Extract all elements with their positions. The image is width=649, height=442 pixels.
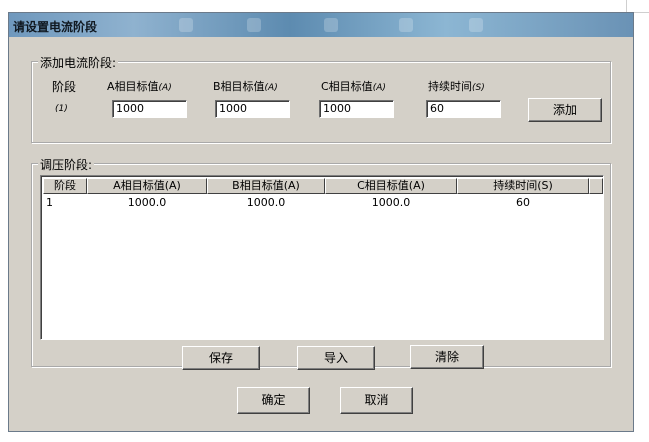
column-header-b-target[interactable]: B相目标值(A) xyxy=(207,178,325,194)
list-header: 阶段 A相目标值(A) B相目标值(A) C相目标值(A) 持续时间(S) xyxy=(43,178,603,194)
column-header-c-target[interactable]: C相目标值(A) xyxy=(325,178,457,194)
add-stage-group: 添加电流阶段: 阶段 A相目标值(A) B相目标值(A) C相目标值(A) 持续… xyxy=(31,54,611,143)
a-target-input[interactable]: 1000 xyxy=(112,100,187,118)
c-target-input[interactable]: 1000 xyxy=(319,100,394,118)
titlebar-decoration xyxy=(399,18,413,32)
titlebar-decoration xyxy=(247,18,261,32)
duration-input[interactable]: 60 xyxy=(426,100,501,118)
set-current-stage-dialog: 请设置电流阶段 添加电流阶段: 阶段 A相目标值(A) B相目标值(A) C相目… xyxy=(8,12,634,432)
import-button[interactable]: 导入 xyxy=(297,346,375,370)
column-header-stage[interactable]: 阶段 xyxy=(43,178,87,194)
regulate-stage-legend: 调压阶段: xyxy=(38,156,95,173)
cell-duration: 60 xyxy=(516,196,530,209)
save-button[interactable]: 保存 xyxy=(182,346,260,370)
duration-label: 持续时间(S) xyxy=(428,80,485,93)
stage-list-view[interactable]: 阶段 A相目标值(A) B相目标值(A) C相目标值(A) 持续时间(S) 1 … xyxy=(40,175,604,340)
column-header-a-target[interactable]: A相目标值(A) xyxy=(87,178,207,194)
regulate-stage-group: 调压阶段: 阶段 A相目标值(A) B相目标值(A) C相目标值(A) 持续时间… xyxy=(31,156,611,370)
cancel-button[interactable]: 取消 xyxy=(340,387,413,414)
add-stage-legend: 添加电流阶段: xyxy=(38,54,119,71)
cell-b-target: 1000.0 xyxy=(246,196,286,209)
cell-stage: 1 xyxy=(46,196,53,209)
cell-a-target: 1000.0 xyxy=(127,196,167,209)
b-target-label: B相目标值(A) xyxy=(213,80,278,93)
dialog-title: 请设置电流阶段 xyxy=(13,20,98,34)
stage-index: (1) xyxy=(55,104,68,114)
titlebar-decoration xyxy=(469,18,483,32)
titlebar-decoration xyxy=(324,18,338,32)
a-target-label: A相目标值(A) xyxy=(107,80,172,93)
add-button[interactable]: 添加 xyxy=(528,98,602,122)
stage-label: 阶段 xyxy=(52,80,77,94)
c-target-label: C相目标值(A) xyxy=(321,80,386,93)
cell-c-target: 1000.0 xyxy=(371,196,411,209)
b-target-input[interactable]: 1000 xyxy=(215,100,290,118)
table-row[interactable]: 1 1000.0 1000.0 1000.0 60 xyxy=(43,195,601,210)
ok-button[interactable]: 确定 xyxy=(237,387,310,414)
column-header-filler xyxy=(589,178,603,194)
titlebar-decoration xyxy=(179,18,193,32)
column-header-duration[interactable]: 持续时间(S) xyxy=(457,178,589,194)
title-bar: 请设置电流阶段 xyxy=(9,13,633,37)
clear-button[interactable]: 清除 xyxy=(410,345,484,369)
